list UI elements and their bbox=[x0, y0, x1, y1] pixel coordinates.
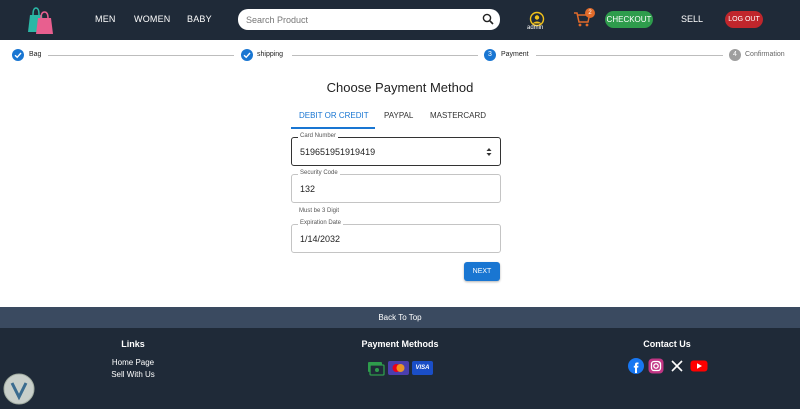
security-code-helper-text: Must be 3 Digit bbox=[299, 208, 340, 214]
page-title: Choose Payment Method bbox=[326, 80, 474, 95]
expiration-date-label: Expiration Date bbox=[298, 220, 344, 226]
step-payment-label: Payment bbox=[501, 51, 529, 58]
nav-women[interactable]: WOMEN bbox=[134, 14, 171, 24]
card-number-label: Card Number bbox=[298, 133, 339, 139]
footer-link-sell[interactable]: Sell With Us bbox=[93, 370, 173, 379]
search-bar bbox=[238, 9, 500, 30]
instagram-icon[interactable] bbox=[648, 358, 664, 374]
back-to-top-link[interactable]: Back To Top bbox=[0, 307, 800, 328]
step-confirmation-number: 4 bbox=[729, 49, 741, 61]
step-connector bbox=[48, 55, 234, 56]
step-shipping-check-icon bbox=[241, 49, 253, 61]
step-bag-check-icon bbox=[12, 49, 24, 61]
cart-count-badge: 2 bbox=[585, 8, 595, 18]
checkout-stepper: Bag shipping 3 Payment 4 Confirmation bbox=[0, 40, 800, 70]
step-connector bbox=[292, 55, 478, 56]
footer-link-home[interactable]: Home Page bbox=[93, 358, 173, 367]
security-code-value[interactable]: 132 bbox=[300, 184, 315, 194]
card-number-field[interactable]: Card Number 519651951919419 bbox=[291, 133, 501, 166]
tab-debit-or-credit[interactable]: DEBIT OR CREDIT bbox=[299, 111, 369, 120]
accessibility-widget-icon[interactable] bbox=[2, 372, 36, 406]
nav-men[interactable]: MEN bbox=[95, 14, 116, 24]
card-number-value[interactable]: 519651951919419 bbox=[300, 147, 375, 157]
account-username: admin bbox=[527, 25, 544, 31]
step-payment-number: 3 bbox=[484, 49, 496, 61]
x-twitter-icon[interactable] bbox=[669, 358, 685, 374]
footer-links-heading: Links bbox=[121, 339, 145, 349]
logout-button[interactable]: LOG OUT bbox=[725, 11, 763, 28]
site-footer: Links Home Page Sell With Us Payment Met… bbox=[0, 328, 800, 409]
active-tab-indicator bbox=[291, 127, 375, 129]
step-confirmation-label: Confirmation bbox=[745, 51, 785, 58]
search-icon[interactable] bbox=[482, 13, 494, 25]
tab-mastercard[interactable]: MASTERCARD bbox=[430, 111, 486, 120]
top-navbar: MEN WOMEN BABY admin 2 CHECKOUT SELL LOG… bbox=[0, 0, 800, 40]
footer-payment-heading: Payment Methods bbox=[361, 339, 439, 349]
security-code-label: Security Code bbox=[298, 170, 340, 176]
cash-icon bbox=[368, 362, 385, 376]
youtube-icon[interactable] bbox=[690, 358, 708, 374]
facebook-icon[interactable] bbox=[628, 358, 644, 374]
mastercard-icon bbox=[388, 361, 409, 375]
checkout-button[interactable]: CHECKOUT bbox=[605, 11, 653, 28]
expiration-date-value[interactable]: 1/14/2032 bbox=[300, 234, 340, 244]
step-shipping-label: shipping bbox=[257, 51, 284, 58]
expiration-date-field[interactable]: Expiration Date 1/14/2032 bbox=[291, 220, 501, 253]
nav-baby[interactable]: BABY bbox=[187, 14, 212, 24]
next-button[interactable]: NEXT bbox=[464, 262, 500, 281]
sell-link[interactable]: SELL bbox=[681, 14, 703, 24]
tab-paypal[interactable]: PAYPAL bbox=[384, 111, 413, 120]
number-stepper-icon[interactable] bbox=[486, 147, 492, 157]
step-bag-label: Bag bbox=[29, 51, 42, 58]
visa-icon: VISA bbox=[412, 361, 433, 375]
security-code-field[interactable]: Security Code 132 bbox=[291, 170, 501, 203]
search-input[interactable] bbox=[246, 9, 476, 30]
footer-contact-heading: Contact Us bbox=[643, 339, 691, 349]
shopping-bags-logo-icon[interactable] bbox=[26, 5, 54, 35]
step-connector bbox=[536, 55, 723, 56]
